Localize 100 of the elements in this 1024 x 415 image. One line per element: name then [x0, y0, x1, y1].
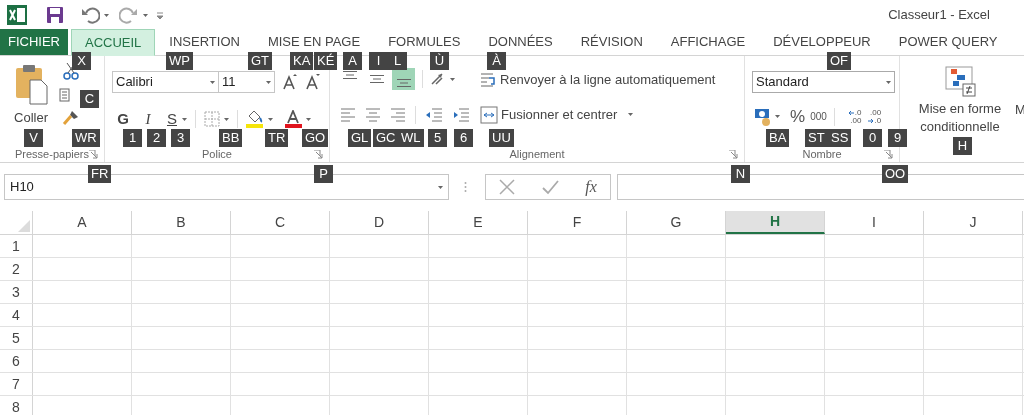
dialog-launcher-icon[interactable] — [884, 149, 893, 159]
caret-icon[interactable] — [266, 80, 271, 84]
save-icon[interactable] — [46, 6, 64, 24]
format-as-table-button[interactable]: M — [1015, 100, 1024, 120]
keytip: GL — [348, 129, 372, 147]
row-header[interactable]: 2 — [0, 258, 33, 280]
column-header[interactable]: I — [825, 211, 924, 234]
bold-button[interactable]: G — [115, 108, 131, 131]
grow-font-icon[interactable] — [283, 74, 297, 90]
keytip: BB — [219, 129, 243, 147]
keytip: UU — [489, 129, 514, 147]
ribbon-tab[interactable]: AFFICHAGE — [656, 29, 760, 55]
vertical-align-icon — [396, 79, 411, 87]
dialog-launcher-icon[interactable] — [314, 149, 323, 159]
font-color-icon[interactable] — [285, 110, 302, 129]
format-painter-icon[interactable] — [62, 110, 80, 126]
keytip: 3 — [171, 129, 190, 147]
caret-icon[interactable] — [182, 117, 187, 121]
keytip: ST — [805, 129, 828, 147]
font-size-dropdown[interactable]: 11 — [219, 71, 275, 93]
increase-indent-icon[interactable] — [452, 106, 470, 124]
italic-button[interactable]: I — [140, 108, 156, 131]
keytip: 5 — [428, 129, 447, 147]
caret-icon[interactable] — [628, 113, 634, 117]
number-format-dropdown[interactable]: Standard — [752, 71, 895, 93]
ribbon-tab[interactable]: RÉVISION — [566, 29, 657, 55]
ribbon-tab[interactable]: DÉVELOPPEUR — [759, 29, 885, 55]
font-name-dropdown[interactable]: Calibri — [112, 71, 219, 93]
caret-icon[interactable] — [268, 117, 273, 121]
keytip: WL — [398, 129, 424, 147]
caret-icon[interactable] — [886, 80, 891, 84]
group-label: Presse-papiers — [15, 146, 89, 162]
row-header[interactable]: 5 — [0, 327, 33, 349]
keytip: OO — [882, 165, 909, 183]
keytip: WR — [72, 129, 100, 147]
file-tab[interactable]: FICHIER — [0, 29, 68, 55]
caret-icon[interactable] — [210, 80, 215, 84]
column-header[interactable]: H — [726, 211, 825, 234]
caret-icon[interactable] — [104, 13, 109, 17]
clipboard-icon — [14, 64, 48, 105]
shrink-font-icon[interactable] — [306, 74, 320, 90]
caret-icon[interactable] — [438, 185, 443, 189]
dialog-launcher-icon[interactable] — [89, 149, 98, 159]
column-header[interactable]: C — [231, 211, 330, 234]
column-header[interactable]: F — [528, 211, 627, 234]
keytip: N — [731, 165, 750, 183]
arrow-icon — [847, 109, 855, 116]
merge-icon — [480, 105, 498, 124]
check-icon[interactable] — [541, 179, 559, 195]
merge-center-button[interactable]: Fusionner et centrer — [480, 105, 634, 125]
wrap-text-button[interactable]: Renvoyer à la ligne automatiquement — [480, 70, 716, 90]
row-header[interactable]: 7 — [0, 373, 33, 395]
keytip: GC — [373, 129, 399, 147]
window-title: Classeur1 - Excel — [888, 6, 990, 25]
keytip: 2 — [147, 129, 166, 147]
caret-icon[interactable] — [450, 77, 455, 81]
row-header[interactable]: 4 — [0, 304, 33, 326]
column-header[interactable]: A — [33, 211, 132, 234]
percent-button[interactable]: % — [790, 104, 806, 130]
ribbon-tab[interactable]: POWER QUERY — [884, 29, 1012, 55]
excel-logo-icon — [7, 5, 27, 25]
dialog-launcher-icon[interactable] — [729, 149, 738, 159]
accounting-format-icon[interactable] — [754, 107, 771, 127]
row-header[interactable]: 6 — [0, 350, 33, 372]
customize-toolbar-icon[interactable] — [157, 10, 163, 20]
ribbon-tab[interactable]: ACCUEIL — [71, 29, 156, 56]
column-header[interactable]: J — [924, 211, 1023, 234]
decrease-decimal-button[interactable]: .00 .0 — [867, 108, 882, 125]
keytip: Ù — [430, 52, 449, 70]
keytip: L — [388, 52, 407, 70]
vertical-align-bottom-button[interactable] — [392, 68, 415, 90]
orientation-icon[interactable] — [430, 72, 446, 86]
caret-icon[interactable] — [224, 117, 229, 121]
keytip: H — [953, 137, 972, 155]
splitter-handle-icon[interactable] — [464, 181, 467, 193]
caret-icon[interactable] — [775, 115, 780, 119]
keytip: À — [487, 52, 506, 70]
group-label: Nombre — [802, 146, 842, 162]
undo-icon[interactable] — [80, 5, 100, 25]
keytip: A — [343, 52, 362, 70]
column-header[interactable]: B — [132, 211, 231, 234]
scissors-icon[interactable] — [62, 62, 80, 80]
keytip: KÉ — [314, 52, 338, 70]
decrease-indent-icon[interactable] — [425, 106, 443, 124]
ribbon-tab[interactable]: INSERTION — [155, 29, 254, 55]
thousands-button[interactable]: 000 — [810, 109, 827, 125]
column-header[interactable]: E — [429, 211, 528, 234]
increase-decimal-button[interactable]: .0 .00 — [847, 108, 862, 125]
row-header[interactable]: 3 — [0, 281, 33, 303]
insert-function-button[interactable]: fx — [585, 175, 597, 199]
keytip: OF — [827, 52, 852, 70]
fill-color-icon[interactable] — [246, 110, 264, 129]
column-header[interactable]: D — [330, 211, 429, 234]
underline-button[interactable]: S — [166, 108, 178, 131]
arrow-icon — [867, 117, 875, 124]
caret-icon[interactable] — [143, 13, 148, 17]
keytip: KA — [290, 52, 314, 70]
row-header[interactable]: 1 — [0, 235, 33, 257]
caret-icon[interactable] — [306, 117, 311, 121]
row-header[interactable]: 8 — [0, 396, 33, 415]
